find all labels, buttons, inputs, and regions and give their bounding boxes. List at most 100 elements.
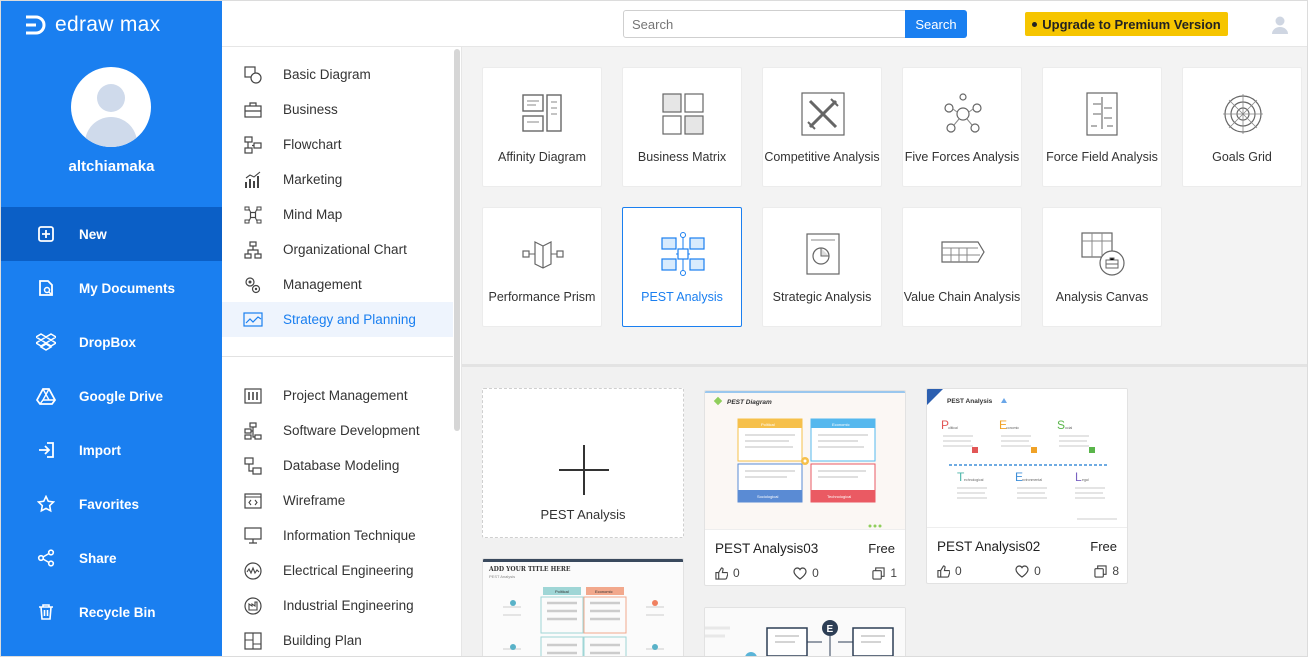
example-card-pest-analysis-e[interactable]: E	[704, 607, 906, 656]
business-matrix-icon	[662, 93, 704, 135]
template-force-field-analysis[interactable]: Force Field Analysis	[1042, 67, 1162, 187]
category-label: Basic Diagram	[283, 67, 371, 82]
category-divider	[222, 356, 453, 357]
example-card-pest-analysis-title[interactable]: ADD YOUR TITLE HERE PEST Analysis Politi…	[482, 558, 684, 656]
value-chain-icon	[941, 241, 985, 263]
nav-item-new[interactable]: New	[1, 207, 222, 261]
copy-stat[interactable]: 8	[1094, 564, 1119, 578]
copy-count: 8	[1112, 564, 1119, 578]
thumb-label: olitical	[948, 426, 958, 430]
category-industrial-engineering[interactable]: Industrial Engineering	[222, 588, 453, 623]
category-marketing[interactable]: Marketing	[222, 162, 453, 197]
category-database-modeling[interactable]: Database Modeling	[222, 448, 453, 483]
edraw-logo-icon	[26, 15, 46, 35]
category-label: Database Modeling	[283, 458, 400, 473]
category-software-development[interactable]: Software Development	[222, 413, 453, 448]
category-electrical-engineering[interactable]: Electrical Engineering	[222, 553, 453, 588]
example-stats: 0 0 1	[715, 566, 897, 580]
category-basic-diagram[interactable]: Basic Diagram	[222, 57, 453, 92]
star-icon	[36, 494, 56, 514]
category-label: Strategy and Planning	[283, 312, 416, 327]
nav-item-favorites[interactable]: Favorites	[1, 477, 222, 531]
copy-stat[interactable]: 1	[872, 566, 897, 580]
nav-item-share[interactable]: Share	[1, 531, 222, 585]
software-development-icon	[243, 421, 263, 441]
template-performance-prism[interactable]: Performance Prism	[482, 207, 602, 327]
information-technique-icon	[243, 526, 263, 546]
upgrade-button[interactable]: Upgrade to Premium Version	[1025, 12, 1228, 36]
category-panel: Basic Diagram Business Flowchart Marketi…	[222, 47, 462, 656]
example-card-pest-analysis02[interactable]: PEST Analysis P olitical E conomic S oci…	[926, 388, 1128, 584]
template-strategic-analysis[interactable]: Strategic Analysis	[762, 207, 882, 327]
favorite-stat[interactable]: 0	[1015, 564, 1041, 578]
examples-area: PEST Analysis PEST Diagram Political Eco…	[462, 367, 1307, 656]
like-stat[interactable]: 0	[715, 566, 740, 580]
nav-item-recycle-bin[interactable]: Recycle Bin	[1, 585, 222, 639]
strategy-icon	[243, 310, 263, 330]
bullet-icon	[1032, 21, 1038, 27]
template-label: Analysis Canvas	[1055, 290, 1149, 304]
category-business[interactable]: Business	[222, 92, 453, 127]
category-wireframe[interactable]: Wireframe	[222, 483, 453, 518]
google-drive-icon	[36, 386, 56, 406]
category-organizational-chart[interactable]: Organizational Chart	[222, 232, 453, 267]
thumb-label: conomic	[1006, 426, 1019, 430]
org-chart-icon	[243, 240, 263, 260]
thumb-label: egal	[1082, 478, 1089, 482]
template-pest-analysis[interactable]: PEST Analysis	[622, 207, 742, 327]
category-management[interactable]: Management	[222, 267, 453, 302]
example-thumbnail: ADD YOUR TITLE HERE PEST Analysis Politi…	[483, 559, 683, 656]
electrical-icon	[243, 561, 263, 581]
heart-icon	[793, 566, 807, 580]
category-mind-map[interactable]: Mind Map	[222, 197, 453, 232]
category-information-technique[interactable]: Information Technique	[222, 518, 453, 553]
template-competitive-analysis[interactable]: Competitive Analysis	[762, 67, 882, 187]
favorite-count: 0	[812, 566, 819, 580]
category-building-plan[interactable]: Building Plan	[222, 623, 453, 656]
basic-diagram-icon	[243, 65, 263, 85]
bar-chart-icon	[243, 170, 263, 190]
copy-icon	[1094, 564, 1107, 578]
nav-item-dropbox[interactable]: DropBox	[1, 315, 222, 369]
nav-label: Favorites	[79, 496, 140, 512]
user-icon[interactable]	[1270, 14, 1290, 34]
category-project-management[interactable]: Project Management	[222, 378, 453, 413]
user-avatar[interactable]	[71, 67, 151, 147]
category-strategy-and-planning[interactable]: Strategy and Planning	[222, 302, 453, 337]
nav-item-import[interactable]: Import	[1, 423, 222, 477]
category-label: Electrical Engineering	[283, 563, 414, 578]
database-icon	[243, 456, 263, 476]
new-file-icon	[36, 224, 56, 244]
briefcase-icon	[243, 100, 263, 120]
template-five-forces-analysis[interactable]: Five Forces Analysis	[902, 67, 1022, 187]
template-analysis-canvas[interactable]: Analysis Canvas	[1042, 207, 1162, 327]
nav-item-my-documents[interactable]: My Documents	[1, 261, 222, 315]
search-button[interactable]: Search	[905, 10, 967, 38]
category-scrollbar[interactable]	[454, 49, 460, 431]
category-label: Management	[283, 277, 362, 292]
example-stats: 0 0 8	[937, 564, 1119, 578]
template-label: Goals Grid	[1212, 150, 1272, 164]
new-blank-pest-analysis[interactable]: PEST Analysis	[482, 388, 684, 538]
upgrade-label: Upgrade to Premium Version	[1042, 16, 1221, 32]
category-label: Information Technique	[283, 528, 416, 543]
thumb-title: PEST Diagram	[727, 399, 772, 406]
template-value-chain-analysis[interactable]: Value Chain Analysis	[902, 207, 1022, 327]
trash-icon	[36, 602, 56, 622]
example-name: PEST Analysis03	[715, 541, 819, 556]
example-card-pest-analysis03[interactable]: PEST Diagram Political Economic Sociolog…	[704, 390, 906, 586]
category-flowchart[interactable]: Flowchart	[222, 127, 453, 162]
template-label: PEST Analysis	[641, 290, 723, 304]
template-goals-grid[interactable]: Goals Grid	[1182, 67, 1302, 187]
like-stat[interactable]: 0	[937, 564, 962, 578]
search-input[interactable]	[623, 10, 906, 38]
flowchart-icon	[243, 135, 263, 155]
template-affinity-diagram[interactable]: Affinity Diagram	[482, 67, 602, 187]
goals-grid-icon	[1223, 94, 1263, 134]
management-icon	[243, 275, 263, 295]
template-business-matrix[interactable]: Business Matrix	[622, 67, 742, 187]
category-label: Marketing	[283, 172, 343, 187]
favorite-stat[interactable]: 0	[793, 566, 819, 580]
nav-item-google-drive[interactable]: Google Drive	[1, 369, 222, 423]
thumb-label: nvironmental	[1022, 478, 1042, 482]
